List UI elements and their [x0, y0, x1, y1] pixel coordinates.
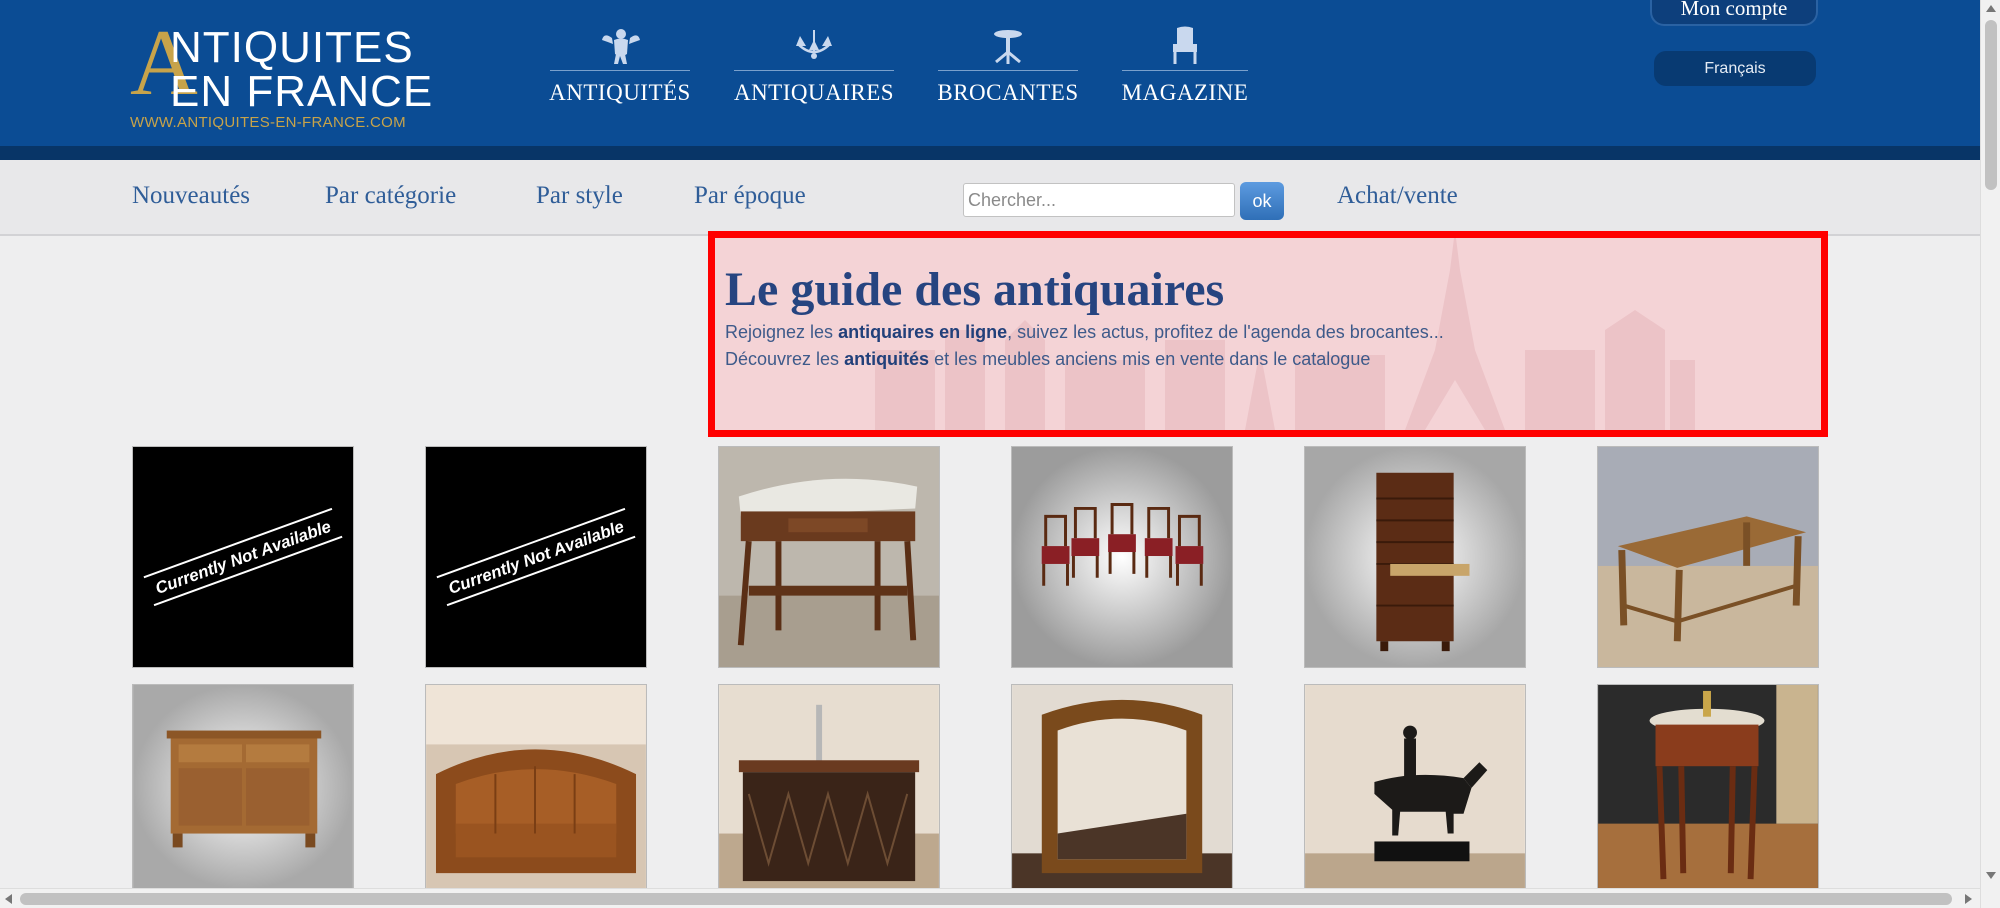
farm-table-photo — [1598, 447, 1818, 667]
language-selector[interactable]: Français — [1654, 51, 1816, 86]
secretary-cabinet-photo — [1305, 447, 1525, 667]
nav-label: ANTIQUAIRES — [733, 80, 895, 105]
nav-antiquaires[interactable]: ANTIQUAIRES — [734, 26, 894, 116]
scrollbar-thumb[interactable] — [20, 893, 1952, 905]
hero-text: Découvrez les — [725, 349, 845, 369]
hero-title: Le guide des antiquaires — [725, 263, 1225, 316]
search-button[interactable]: ok — [1240, 182, 1284, 220]
nav-label: BROCANTES — [937, 80, 1079, 105]
chandelier-icon — [796, 30, 832, 59]
scroll-right-icon[interactable] — [1965, 894, 1972, 904]
hero-text: et les meubles anciens mis en vente dans… — [929, 349, 1371, 369]
subnav-par-epoque[interactable]: Par époque — [694, 182, 806, 210]
subnav-par-style[interactable]: Par style — [536, 182, 623, 210]
scrollbar-thumb[interactable] — [1985, 20, 1997, 190]
product-tile[interactable] — [1011, 684, 1233, 890]
hero-bold-text: antiquités — [844, 349, 930, 369]
nav-label: MAGAZINE — [1121, 80, 1249, 105]
bar-counter-photo — [719, 685, 939, 889]
product-tile[interactable] — [1597, 684, 1819, 890]
subnav-par-categorie[interactable]: Par catégorie — [325, 182, 456, 210]
round-side-table-photo — [1598, 685, 1818, 889]
hero-line-2: Découvrez les antiquités et les meubles … — [725, 349, 1370, 370]
product-tile[interactable] — [718, 446, 940, 668]
cherub-icon — [602, 29, 640, 64]
product-tile[interactable] — [1597, 446, 1819, 668]
hero-text: Rejoignez les — [725, 322, 839, 342]
product-tile[interactable] — [718, 684, 940, 890]
site-logo[interactable]: A NTIQUITES EN FRANCE WWW.ANTIQUITES-EN-… — [130, 16, 450, 131]
scroll-up-icon[interactable] — [1986, 5, 1996, 12]
product-tile[interactable]: Currently Not Available — [425, 446, 647, 668]
account-button[interactable]: Mon compte — [1650, 0, 1818, 26]
nav-antiquites[interactable]: ANTIQUITÉS — [549, 26, 691, 116]
search-input[interactable] — [963, 183, 1235, 217]
gueridon-table-icon — [994, 30, 1022, 64]
scroll-left-icon[interactable] — [5, 894, 12, 904]
bronze-horse-rider-photo — [1305, 685, 1525, 889]
product-tile[interactable] — [425, 684, 647, 890]
header-bottom-strip — [0, 146, 1980, 160]
logo-line-2: EN FRANCE — [170, 67, 434, 116]
product-tile[interactable] — [132, 684, 354, 890]
logo-url: WWW.ANTIQUITES-EN-FRANCE.COM — [130, 114, 406, 131]
site-header: A NTIQUITES EN FRANCE WWW.ANTIQUITES-EN-… — [0, 0, 1980, 146]
not-available-image: Currently Not Available — [133, 447, 353, 667]
product-tile[interactable]: Currently Not Available — [132, 446, 354, 668]
hero-line-1: Rejoignez les antiquaires en ligne, suiv… — [725, 322, 1444, 343]
main-nav: ANTIQUITÉS ANTIQUAIRES BROCANTES MAGAZIN… — [549, 26, 1248, 116]
horizontal-scrollbar[interactable] — [0, 888, 1980, 908]
vertical-scrollbar[interactable] — [1980, 0, 2000, 908]
nav-brocantes[interactable]: BROCANTES — [937, 26, 1079, 116]
subnav-achat-vente[interactable]: Achat/vente — [1337, 182, 1458, 210]
side-table-photo — [719, 447, 939, 667]
product-tile[interactable] — [1011, 446, 1233, 668]
not-available-image: Currently Not Available — [426, 447, 646, 667]
nav-magazine[interactable]: MAGAZINE — [1122, 26, 1248, 116]
nav-divider — [734, 70, 894, 71]
product-tile[interactable] — [1304, 684, 1526, 890]
nav-label: ANTIQUITÉS — [549, 80, 691, 105]
scroll-down-icon[interactable] — [1986, 872, 1996, 879]
sideboard-photo — [133, 685, 353, 889]
nav-divider — [1122, 70, 1248, 71]
gilt-mirror-photo — [1012, 685, 1232, 889]
armchair-icon — [1173, 26, 1197, 64]
leather-sofa-photo — [426, 685, 646, 889]
product-tile[interactable] — [1304, 446, 1526, 668]
logo-line-1: NTIQUITES — [170, 23, 414, 72]
hero-text: , suivez les actus, profitez de l'agenda… — [1007, 322, 1444, 342]
hero-bold-text: antiquaires en ligne — [838, 322, 1008, 342]
subnav-nouveautes[interactable]: Nouveautés — [132, 182, 250, 210]
nav-divider — [938, 70, 1078, 71]
chairs-photo — [1012, 447, 1232, 667]
nav-divider — [550, 70, 690, 71]
hero-banner: Le guide des antiquaires Rejoignez les a… — [708, 231, 1828, 437]
